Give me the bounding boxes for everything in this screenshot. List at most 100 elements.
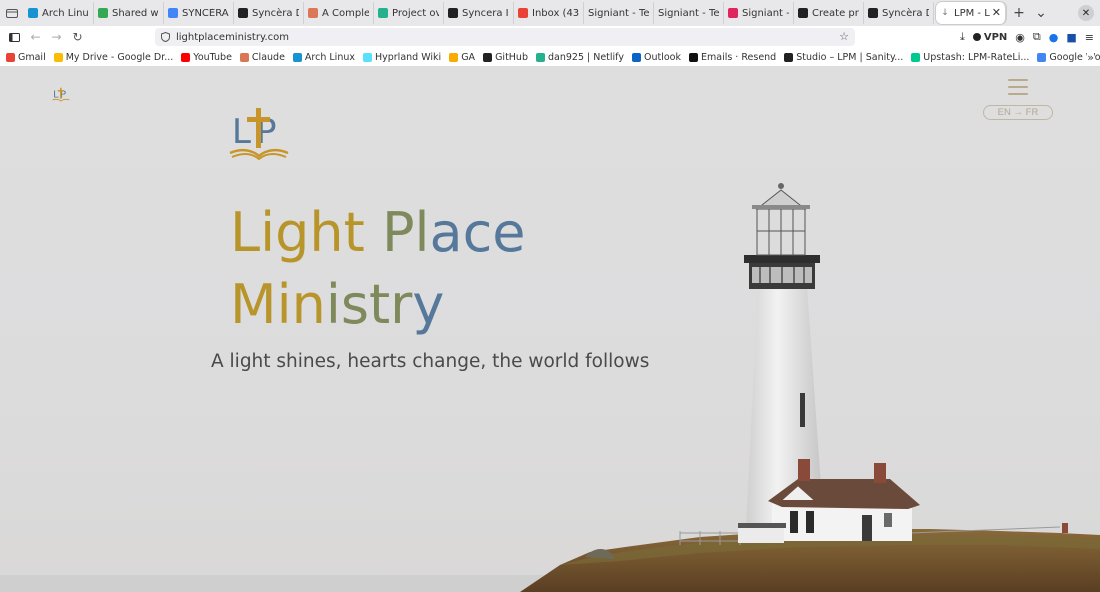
bookmark-star-icon[interactable]: ☆: [839, 30, 849, 43]
bookmark-favicon-icon: [1037, 52, 1047, 62]
bookmark-favicon-icon: [6, 52, 15, 62]
bookmark-label: Upstash: LPM-RateLi...: [923, 51, 1030, 63]
tab-overview-icon[interactable]: [0, 0, 24, 26]
extensions-icon[interactable]: ⧉: [1033, 30, 1041, 44]
syncera-icon: [238, 8, 248, 18]
title-word-light: Light: [230, 201, 365, 264]
bookmarks-overflow-icon[interactable]: »: [1087, 51, 1094, 64]
title-line-2: Ministry: [230, 269, 526, 341]
tab-0[interactable]: Arch Linux: [24, 2, 94, 24]
tab-active[interactable]: ↓ LPM - Li ✕: [936, 2, 1006, 24]
bookmark-item[interactable]: Emails · Resend: [688, 51, 777, 63]
tab-9[interactable]: Signiant - Tern: [654, 2, 724, 24]
shield-icon: [161, 32, 170, 42]
tab-8[interactable]: Signiant - Tern: [584, 2, 654, 24]
bookmark-favicon-icon: [784, 52, 794, 62]
bookmark-item[interactable]: YouTube: [181, 52, 232, 63]
tab-7[interactable]: Inbox (435: [514, 2, 584, 24]
tab-5[interactable]: Project ove: [374, 2, 444, 24]
bookmark-label: GA: [461, 51, 476, 63]
download-icon[interactable]: ⤓: [960, 30, 965, 44]
bookmark-favicon-icon: [631, 52, 641, 62]
tab-label: Syncera In: [462, 7, 509, 19]
syncera-icon: [448, 8, 458, 18]
tab-label: Project ove: [392, 7, 439, 19]
tab-list: Arch Linux Shared with SYNCÈRA Syncèra Di A …: [24, 0, 934, 26]
bookmark-item[interactable]: Arch Linux: [292, 52, 355, 63]
bookmark-label: YouTube: [193, 51, 232, 63]
arch-icon: [28, 8, 38, 18]
title-line-1: Light Place: [230, 197, 526, 269]
bookmark-favicon-icon: [362, 52, 372, 62]
website-page: L P EN → FR L P Light Place Ministry A l…: [0, 67, 1100, 592]
bookmark-favicon-icon: [181, 52, 191, 62]
sidebar-toggle-icon[interactable]: [4, 26, 25, 48]
site-title: Light Place Ministry: [230, 197, 526, 341]
site-tagline: A light shines, hearts change, the world…: [211, 351, 650, 372]
address-bar[interactable]: lightplaceministry.com ☆: [155, 28, 855, 46]
bookmark-item[interactable]: Claude: [239, 52, 285, 63]
bookmark-item[interactable]: dan925 | Netlify: [535, 51, 624, 63]
bookmarks-bar: Gmail My Drive - Google Dr... YouTube Claud…: [0, 48, 1100, 67]
chevron-down-icon[interactable]: ⌄: [1030, 2, 1052, 24]
bookmark-item[interactable]: Outlook: [631, 51, 681, 63]
bookmark-favicon-icon: [911, 52, 921, 62]
vpn-label: VPN: [983, 31, 1008, 43]
tab-label: LPM - Li: [954, 7, 993, 19]
bookmark-item[interactable]: GA: [449, 52, 475, 63]
tab-label: Signiant - Tern: [658, 7, 719, 19]
bookmark-label: My Drive - Google Dr...: [65, 51, 174, 63]
account-icon[interactable]: ◉: [1015, 31, 1025, 44]
tab-10[interactable]: Signiant - T: [724, 2, 794, 24]
tab-3[interactable]: Syncèra Di: [234, 2, 304, 24]
bookmark-label: Emails · Resend: [700, 51, 777, 63]
reload-button[interactable]: ↻: [67, 26, 88, 48]
language-toggle-button[interactable]: EN → FR: [983, 105, 1053, 120]
title-word-ministry-mid: istr: [325, 273, 413, 336]
drive-icon: [98, 8, 108, 18]
tab-label: A Complete: [322, 7, 369, 19]
title-word-ministry-start: Min: [230, 273, 326, 336]
tab-label: Inbox (435: [532, 7, 579, 19]
bookmark-label: dan925 | Netlify: [547, 51, 624, 63]
back-button[interactable]: ←: [25, 26, 46, 48]
bookmark-favicon-icon: [53, 52, 63, 62]
window-close-button[interactable]: ✕: [1078, 5, 1094, 21]
tab-6[interactable]: Syncera In: [444, 2, 514, 24]
bookmark-item[interactable]: Hyprland Wiki: [362, 51, 442, 63]
close-tab-icon[interactable]: ✕: [989, 6, 1001, 19]
menu-icon[interactable]: ≡: [1085, 31, 1094, 44]
tab-11[interactable]: Create prov: [794, 2, 864, 24]
bookmark-favicon-icon: [239, 52, 249, 62]
claude-icon: [308, 8, 318, 18]
bookmark-item[interactable]: GitHub: [483, 52, 528, 63]
extension-bookmark-icon[interactable]: ■: [1066, 31, 1076, 44]
bookmark-item[interactable]: Studio – LPM | Sanity...: [784, 52, 903, 63]
loading-icon: ↓: [941, 8, 949, 18]
extension-blue-icon[interactable]: ●: [1049, 31, 1059, 44]
bookmark-label: Hyprland Wiki: [374, 51, 442, 63]
hamburger-menu-icon[interactable]: [1008, 79, 1028, 95]
bookmark-item[interactable]: Upstash: LPM-RateLi...: [911, 52, 1029, 63]
tab-12[interactable]: Syncèra Di: [864, 2, 934, 24]
site-logo-small[interactable]: L P: [52, 87, 70, 103]
diamond-icon: [378, 8, 388, 18]
syncera-icon: [868, 8, 878, 18]
bookmark-label: Outlook: [643, 51, 681, 63]
bookmark-favicon-icon: [449, 52, 459, 62]
bookmark-label: Gmail: [18, 51, 46, 63]
title-word-ministry-end: y: [412, 273, 445, 336]
bookmark-item[interactable]: My Drive - Google Dr...: [53, 51, 174, 63]
new-tab-button[interactable]: +: [1008, 2, 1030, 24]
site-logo: L P: [229, 108, 289, 161]
docs-icon: [168, 8, 178, 18]
bookmark-label: GitHub: [495, 51, 528, 63]
forward-button[interactable]: →: [46, 26, 67, 48]
bookmark-favicon-icon: [688, 52, 698, 62]
tab-4[interactable]: A Complete: [304, 2, 374, 24]
bookmark-item[interactable]: Gmail: [6, 52, 46, 63]
tab-1[interactable]: Shared with: [94, 2, 164, 24]
vpn-button[interactable]: VPN: [972, 31, 1008, 43]
tab-2[interactable]: SYNCÈRA: [164, 2, 234, 24]
tab-label: Syncèra Di: [252, 7, 299, 19]
